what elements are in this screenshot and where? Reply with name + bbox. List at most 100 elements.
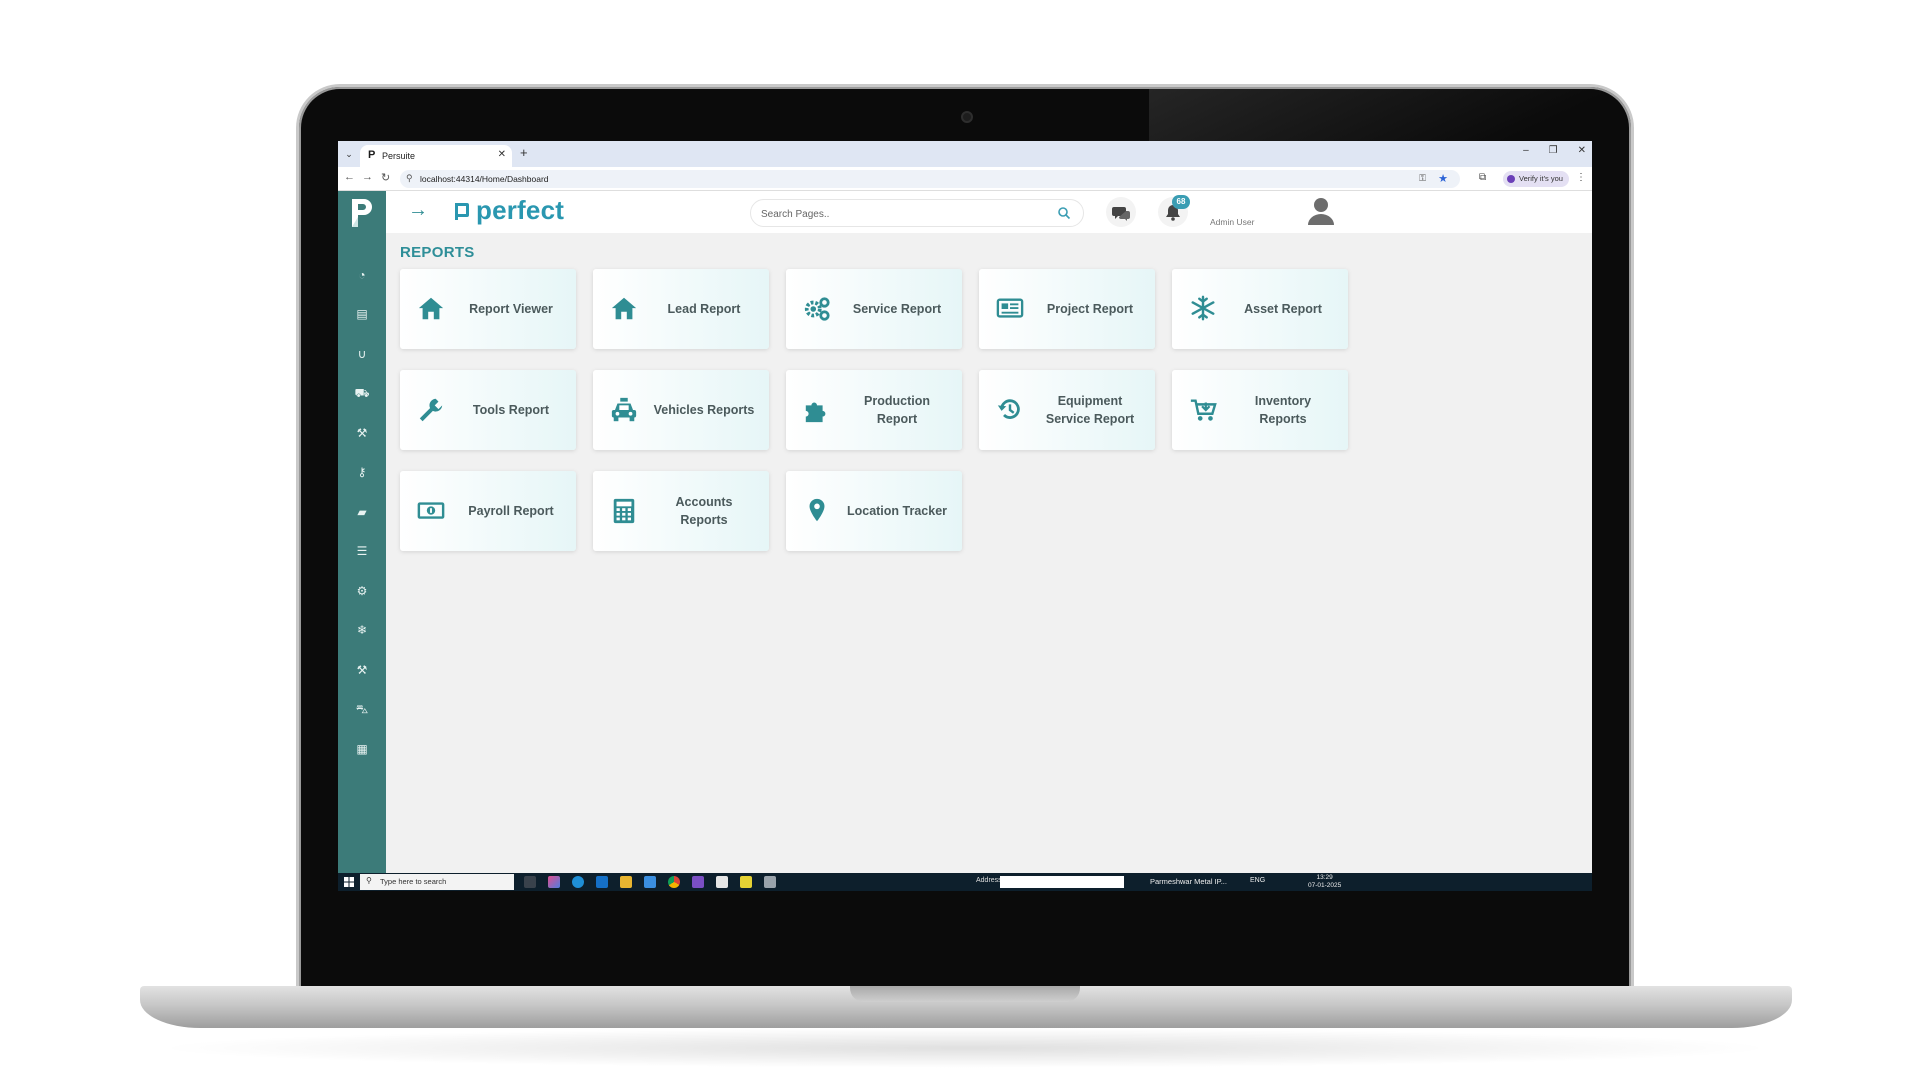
report-card-location-tracker[interactable]: Location Tracker <box>786 471 962 551</box>
report-card-label: Project Report <box>1046 301 1134 316</box>
report-card-lead-report[interactable]: Lead Report <box>593 269 769 349</box>
report-card-asset-report[interactable]: Asset Report <box>1172 269 1348 349</box>
report-card-service-report[interactable]: Service Report <box>786 269 962 349</box>
browser-tabstrip: ⌄ P Persuite ✕ + – ❐ ✕ <box>338 141 1592 167</box>
taskbar-clock[interactable]: 13:29 07-01-2025 <box>1308 874 1341 890</box>
restore-icon[interactable]: ❐ <box>1549 145 1558 156</box>
chat-icon <box>1112 207 1130 221</box>
sidebar-snowflake-icon[interactable]: ❄ <box>352 620 372 640</box>
sidebar-tools-icon[interactable]: ⚒ <box>352 660 372 680</box>
url-text[interactable]: localhost:44314/Home/Dashboard <box>420 174 549 184</box>
chat-button[interactable] <box>1106 197 1136 227</box>
sidebar-calculator-icon[interactable]: ▦ <box>352 739 372 759</box>
sidebar-dashboard-icon[interactable]: ◔ <box>352 265 372 285</box>
browser-tab[interactable]: P Persuite ✕ <box>360 145 512 167</box>
report-card-label: Service Report <box>852 301 942 316</box>
report-card-tools-report[interactable]: Tools Report <box>400 370 576 450</box>
report-card-equipment-service-report[interactable]: Equipment Service Report <box>979 370 1155 450</box>
report-card-vehicles-reports[interactable]: Vehicles Reports <box>593 370 769 450</box>
menu-dots-icon[interactable]: ⋮ <box>1576 172 1586 183</box>
sidebar-wrench-icon[interactable]: ⚒ <box>352 423 372 443</box>
taskbar-search-text: Type here to search <box>380 877 447 886</box>
tab-close-icon[interactable]: ✕ <box>498 149 506 160</box>
app-logo-icon[interactable] <box>346 195 378 231</box>
report-card-label: Asset Report <box>1244 301 1322 316</box>
verify-label: Verify it's you <box>1519 174 1563 183</box>
sticky-notes-icon[interactable] <box>740 876 752 888</box>
report-card-label: Equipment Service Report <box>1045 393 1135 426</box>
tab-favicon-icon: P <box>368 149 376 161</box>
user-name[interactable]: Admin User <box>1210 217 1254 227</box>
gears-icon <box>804 297 830 321</box>
app-icon[interactable] <box>716 876 728 888</box>
close-window-icon[interactable]: ✕ <box>1578 145 1586 156</box>
sidebar-list-icon[interactable]: ☰ <box>352 541 372 561</box>
file-explorer-icon[interactable] <box>620 876 632 888</box>
edge-icon[interactable] <box>572 876 584 888</box>
site-info-icon[interactable]: ⚲ <box>406 173 413 184</box>
copilot-icon[interactable] <box>548 876 560 888</box>
laptop-notch <box>850 986 1080 1002</box>
search-input[interactable] <box>761 206 1041 222</box>
notification-badge: 68 <box>1172 195 1190 209</box>
puzzle-icon <box>805 402 826 423</box>
brand-mark-icon <box>455 203 469 220</box>
language-indicator[interactable]: ENG <box>1250 877 1265 884</box>
clock-time: 13:29 <box>1316 874 1333 881</box>
taxi-icon <box>611 397 637 422</box>
new-tab-icon[interactable]: + <box>520 145 528 160</box>
screen-bezel-bottom <box>338 891 1592 930</box>
brand-logo[interactable]: perfect <box>452 195 564 225</box>
extensions-icon[interactable]: ⧉ <box>1479 172 1486 183</box>
verify-profile-button[interactable]: Verify it's you <box>1503 171 1569 187</box>
running-app-button[interactable]: Parmeshwar Metal IP... <box>1150 877 1227 886</box>
sidebar-document-icon[interactable]: ▤ <box>352 304 372 324</box>
windows-taskbar: ⚲ Type here to search Address Parmeshwar… <box>338 873 1592 891</box>
address-bar[interactable]: ⚲ localhost:44314/Home/Dashboard ⚿ ★ <box>400 170 1460 188</box>
report-card-payroll-report[interactable]: Payroll Report <box>400 471 576 551</box>
outlook-icon[interactable] <box>596 876 608 888</box>
report-card-report-viewer[interactable]: Report Viewer <box>400 269 576 349</box>
address-toolbar-label: Address <box>976 877 1002 884</box>
report-card-label: Vehicles Reports <box>653 402 755 417</box>
chat-app-icon[interactable] <box>644 876 656 888</box>
report-card-accounts-reports[interactable]: Accounts Reports <box>593 471 769 551</box>
report-card-inventory-reports[interactable]: Inventory Reports <box>1172 370 1348 450</box>
sidebar-key-icon[interactable]: ⚷ <box>352 462 372 482</box>
report-card-production-report[interactable]: Production Report <box>786 370 962 450</box>
sidebar-toggle-arrow-icon[interactable]: → <box>408 199 428 222</box>
address-toolbar-input[interactable] <box>1000 876 1124 888</box>
sidebar-cart-icon[interactable]: ⛟ <box>352 383 372 403</box>
visual-studio-icon[interactable] <box>692 876 704 888</box>
taskbar-search[interactable]: ⚲ Type here to search <box>360 874 514 890</box>
history-icon <box>997 399 1020 419</box>
newspaper-icon <box>996 298 1024 318</box>
report-card-label: Inventory Reports <box>1254 393 1312 426</box>
webcam <box>961 111 973 123</box>
report-card-project-report[interactable]: Project Report <box>979 269 1155 349</box>
tab-search-chevron-icon[interactable]: ⌄ <box>342 147 356 161</box>
task-view-icon[interactable] <box>524 876 536 888</box>
reload-icon[interactable]: ↻ <box>381 171 390 184</box>
taskbar-search-icon: ⚲ <box>366 876 372 885</box>
user-avatar-icon[interactable] <box>1306 195 1336 227</box>
search-icon[interactable] <box>1057 206 1071 220</box>
remote-desktop-icon[interactable] <box>764 876 776 888</box>
minimize-icon[interactable]: – <box>1523 145 1529 156</box>
back-arrow-icon[interactable]: ← <box>344 171 355 183</box>
chrome-icon[interactable] <box>668 876 680 888</box>
sidebar-magnet-icon[interactable]: ∪ <box>352 344 372 364</box>
bookmark-star-icon[interactable]: ★ <box>1438 172 1448 185</box>
sidebar-book-icon[interactable]: ▰ <box>352 502 372 522</box>
windows-start-icon[interactable] <box>344 877 354 887</box>
sidebar-gear-icon[interactable]: ⚙ <box>352 581 372 601</box>
report-card-label: Report Viewer <box>469 301 553 316</box>
home-icon <box>611 297 637 320</box>
profile-dot-icon <box>1507 175 1515 183</box>
sidebar-car-icon[interactable]: ⛍ <box>352 699 372 719</box>
search-box <box>750 199 1084 227</box>
forward-arrow-icon[interactable]: → <box>362 171 373 183</box>
password-key-icon[interactable]: ⚿ <box>1419 173 1426 184</box>
report-card-label: Accounts Reports <box>675 494 733 527</box>
cart-arrow-icon <box>1190 399 1217 421</box>
